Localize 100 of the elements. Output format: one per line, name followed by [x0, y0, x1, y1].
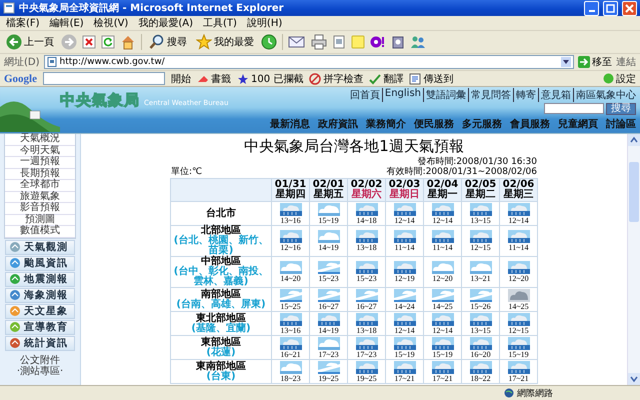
temperature-range: 16~21: [279, 350, 302, 358]
back-button[interactable]: 上一頁: [4, 32, 56, 52]
sidebar-section-button[interactable]: 海象測報: [5, 288, 75, 302]
sidebar-link[interactable]: 影音預報: [5, 203, 75, 214]
temperature-range: 13~16: [279, 216, 302, 224]
go-button[interactable]: 移至: [578, 55, 612, 69]
header-link[interactable]: 雙語詞彙: [423, 88, 466, 102]
weekday-label: 星期四: [274, 190, 306, 200]
close-button[interactable]: [622, 0, 637, 16]
address-field[interactable]: http://www.cwb.gov.tw/: [44, 55, 574, 69]
temperature-range: 12~14: [507, 216, 530, 224]
toolbar-button[interactable]: 書籤: [197, 72, 231, 86]
temperature-range: 15~19: [507, 350, 530, 358]
nav-link[interactable]: 討論區: [606, 117, 636, 131]
section-icon: [9, 289, 21, 301]
header-link[interactable]: 轉寄: [513, 88, 536, 102]
sidebar-link[interactable]: 今明天氣: [5, 146, 75, 157]
scroll-up-icon[interactable]: [628, 134, 640, 146]
unit-label: 單位:℃: [171, 167, 202, 177]
nav-link[interactable]: 會員服務: [510, 117, 550, 131]
header-link[interactable]: English: [382, 88, 421, 102]
refresh-icon[interactable]: [101, 35, 115, 49]
sidebar-link[interactable]: 旅遊氣象: [5, 192, 75, 203]
menu-item[interactable]: 我的最愛(A): [138, 16, 193, 30]
nav-link[interactable]: 便民服務: [414, 117, 454, 131]
menu-item[interactable]: 檢視(V): [94, 16, 128, 30]
settings-button[interactable]: 設定: [603, 72, 636, 86]
header-link[interactable]: 常見問答: [468, 88, 511, 102]
page-icon: [46, 57, 57, 67]
header-link[interactable]: 意見箱: [538, 88, 571, 102]
links-label[interactable]: 連結: [616, 55, 636, 69]
toolbar-button[interactable]: 傳送到: [409, 72, 454, 86]
menu-item[interactable]: 檔案(F): [6, 16, 40, 30]
sidebar-section-button[interactable]: 宣導教育: [5, 320, 75, 334]
weather-icon: [318, 288, 340, 302]
menu-item[interactable]: 編輯(E): [50, 16, 84, 30]
mail-icon[interactable]: [288, 35, 306, 49]
temperature-range: 13~18: [355, 243, 378, 252]
weekday-label: 星期三: [502, 190, 534, 200]
circle-icon: [603, 73, 614, 84]
date-label: 02/04: [426, 180, 460, 190]
scrollbar[interactable]: [627, 134, 640, 385]
nav-link[interactable]: 最新消息: [270, 117, 310, 131]
sidebar-link[interactable]: ‧測站專區‧: [16, 366, 64, 376]
printer-icon[interactable]: [311, 34, 327, 50]
nav-link[interactable]: 多元服務: [462, 117, 502, 131]
sidebar-link[interactable]: 數值模式: [5, 226, 75, 238]
weather-icon: [318, 336, 340, 350]
weather-icon: [470, 288, 492, 302]
temperature-range: 12~19: [393, 274, 416, 283]
site-search-field[interactable]: [544, 103, 604, 114]
sidebar-link[interactable]: 天氣概況: [5, 134, 75, 146]
document-icon[interactable]: [332, 35, 346, 49]
sidebar-link[interactable]: 公文附件: [20, 354, 60, 366]
toolbar-button[interactable]: 拼字檢查: [309, 72, 364, 86]
menu-item[interactable]: 說明(H): [246, 16, 282, 30]
section-icon: [9, 273, 21, 285]
nav-link[interactable]: 業務簡介: [366, 117, 406, 131]
temperature-range: 13~18: [355, 326, 378, 334]
sidebar-section-button[interactable]: 天文星象: [5, 304, 75, 318]
menu-item[interactable]: 工具(T): [203, 16, 237, 30]
scroll-down-icon[interactable]: [628, 373, 640, 385]
temperature-range: 12~20: [507, 274, 530, 283]
sidebar-link[interactable]: 長期預報: [5, 168, 75, 180]
google-search-field[interactable]: [43, 72, 165, 85]
minimize-button[interactable]: [584, 0, 599, 16]
forecast-title: 中央氣象局台灣各地1週天氣預報: [244, 137, 464, 155]
home-icon[interactable]: [120, 34, 136, 50]
favorites-button[interactable]: 我的最愛: [194, 32, 256, 52]
temperature-range: 15~26: [469, 302, 492, 310]
temperature-range: 14~25: [507, 302, 530, 310]
sidebar-section-button[interactable]: 地震測報: [5, 272, 75, 286]
section-icon: [9, 241, 21, 253]
region-areas: (基隆、宜蘭): [171, 324, 271, 334]
scrollbar-thumb[interactable]: [629, 162, 639, 222]
sidebar-section-button[interactable]: 颱風資訊: [5, 256, 75, 270]
stop-icon[interactable]: [82, 35, 96, 49]
sidebar-section-button[interactable]: 天氣觀測: [5, 240, 75, 254]
history-icon[interactable]: [261, 34, 277, 50]
temperature-range: 15~23: [317, 274, 340, 283]
sidebar-link[interactable]: 預測圖: [5, 214, 75, 226]
weather-icon: [508, 230, 530, 243]
maximize-button[interactable]: [603, 0, 618, 16]
people-icon[interactable]: [410, 35, 426, 49]
header-link[interactable]: 南區氣象中心: [573, 88, 636, 102]
weather-icon: [280, 261, 302, 274]
search-button[interactable]: 搜尋: [606, 103, 636, 115]
toolbar-button[interactable]: 翻譯: [369, 72, 404, 86]
search-start-button[interactable]: 開始: [171, 72, 191, 86]
sidebar-section-button[interactable]: 統計資訊: [5, 336, 75, 350]
search-button[interactable]: 搜尋: [147, 32, 189, 52]
sidebar-link[interactable]: 一週預報: [5, 157, 75, 168]
nav-link[interactable]: 兒童網頁: [558, 117, 598, 131]
nav-link[interactable]: 政府資訊: [318, 117, 358, 131]
header-link[interactable]: 回首頁: [350, 88, 380, 102]
address-input[interactable]: http://www.cwb.gov.tw/: [60, 56, 558, 68]
weather-icon: [318, 360, 340, 374]
toolbar-button[interactable]: 100 已攔截: [237, 72, 304, 86]
temperature-range: 11~14: [431, 243, 454, 252]
sidebar-link[interactable]: 全球都市: [5, 180, 75, 192]
